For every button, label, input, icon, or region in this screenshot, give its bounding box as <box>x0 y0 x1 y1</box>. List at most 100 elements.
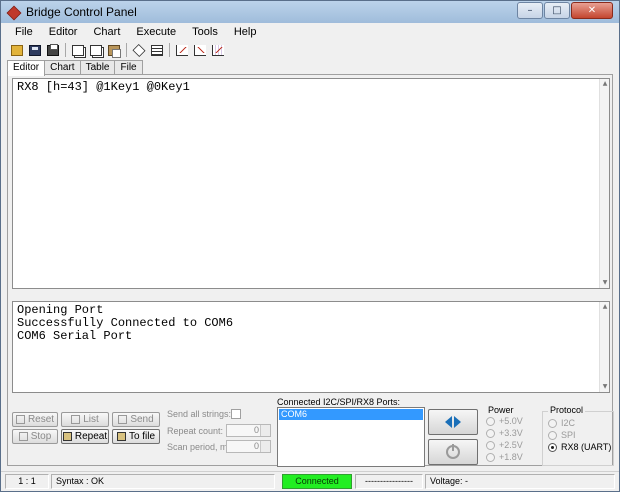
protocol-title: Protocol <box>548 405 586 415</box>
radio-icon <box>548 418 557 428</box>
maximize-button[interactable]: □ <box>544 2 570 19</box>
tab-chart[interactable]: Chart <box>44 60 81 75</box>
syntax-status: Syntax : OK <box>51 474 275 489</box>
copy-all-button[interactable] <box>88 43 103 57</box>
main-window: Bridge Control Panel – □ ✕ File Editor C… <box>0 0 620 492</box>
scroll-up-icon[interactable]: ▲ <box>601 303 609 311</box>
stop-icon <box>18 432 28 441</box>
radio-icon <box>486 452 495 462</box>
tab-table[interactable]: Table <box>79 60 116 75</box>
save-icon <box>29 45 41 56</box>
tab-editor[interactable]: Editor <box>7 60 46 76</box>
toolbar-separator <box>169 43 170 57</box>
scroll-down-icon[interactable]: ▼ <box>601 383 609 391</box>
toolbar <box>9 42 228 58</box>
erase-button[interactable] <box>131 43 146 58</box>
window-controls: – □ ✕ <box>516 2 613 19</box>
tab-strip: Editor Chart Table File <box>7 60 143 76</box>
power-title: Power <box>488 405 514 415</box>
repeat-count-label: Repeat count: <box>167 426 224 436</box>
send-icon <box>118 415 128 424</box>
status-dashes: ---------------- <box>355 474 423 489</box>
chart-button[interactable] <box>192 43 207 57</box>
to-file-button[interactable]: To file <box>112 429 160 444</box>
script-editor[interactable]: RX8 [h=43] @1Key1 @0Key1 ▲ ▼ <box>12 78 610 289</box>
list-button[interactable] <box>149 43 164 57</box>
port-item[interactable]: COM6 <box>279 409 423 420</box>
send-all-label: Send all strings: <box>167 409 232 419</box>
status-bar: 1 : 1 Syntax : OK Connected ------------… <box>1 471 619 491</box>
ports-label: Connected I2C/SPI/RX8 Ports: <box>277 397 401 407</box>
menu-bar: File Editor Chart Execute Tools Help <box>1 23 619 41</box>
minimize-button[interactable]: – <box>517 2 543 19</box>
power-button[interactable] <box>428 439 478 465</box>
ports-list[interactable]: COM6 <box>277 407 425 467</box>
stop-button[interactable]: Stop <box>12 429 58 444</box>
radio-icon <box>486 428 495 438</box>
print-icon <box>47 44 59 56</box>
erase-icon <box>132 43 146 58</box>
list-icon <box>71 415 81 424</box>
tab-file[interactable]: File <box>114 60 143 75</box>
protocol-option-rx8[interactable]: RX8 (UART) <box>548 442 611 452</box>
output-console[interactable]: Opening Port Successfully Connected to C… <box>12 301 610 393</box>
editor-line: RX8 [h=43] @1Key1 @0Key1 <box>17 80 190 94</box>
radio-selected-icon <box>548 442 557 452</box>
menu-file[interactable]: File <box>7 26 41 38</box>
power-option-2v5[interactable]: +2.5V <box>486 440 523 450</box>
radio-icon <box>486 416 495 426</box>
open-icon <box>11 45 23 56</box>
save-button[interactable] <box>27 43 42 57</box>
menu-tools[interactable]: Tools <box>184 26 226 38</box>
print-button[interactable] <box>45 43 60 57</box>
connection-status: Connected <box>282 474 352 489</box>
menu-chart[interactable]: Chart <box>85 26 128 38</box>
protocol-option-i2c[interactable]: I2C <box>548 418 575 428</box>
app-icon <box>6 5 20 19</box>
editor-scrollbar[interactable]: ▲ ▼ <box>599 79 609 288</box>
scan-period-label: Scan period, ms: <box>167 442 235 452</box>
power-option-3v3[interactable]: +3.3V <box>486 428 523 438</box>
repeat-icon <box>62 432 72 441</box>
reset-button[interactable]: Reset <box>12 412 58 427</box>
toolbar-separator <box>65 43 66 57</box>
list-icon <box>151 45 163 56</box>
copy-icon <box>72 45 84 56</box>
connect-toggle-button[interactable] <box>428 409 478 435</box>
chart-button[interactable] <box>210 43 225 57</box>
open-button[interactable] <box>9 43 24 57</box>
to-file-icon <box>116 432 126 441</box>
window-title: Bridge Control Panel <box>26 5 137 19</box>
repeat-count-stepper[interactable]: 0 <box>226 424 271 437</box>
protocol-option-spi[interactable]: SPI <box>548 430 576 440</box>
paste-icon <box>108 45 121 58</box>
console-scrollbar[interactable]: ▲ ▼ <box>599 302 609 392</box>
scan-period-stepper[interactable]: 0 <box>226 440 271 453</box>
menu-execute[interactable]: Execute <box>128 26 184 38</box>
power-icon <box>446 444 460 459</box>
send-button[interactable]: Send <box>112 412 160 427</box>
scroll-up-icon[interactable]: ▲ <box>601 80 609 88</box>
menu-help[interactable]: Help <box>226 26 265 38</box>
cursor-position: 1 : 1 <box>5 474 49 489</box>
arrow-left-icon <box>445 416 452 428</box>
repeat-button[interactable]: Repeat <box>61 429 109 444</box>
radio-icon <box>486 440 495 450</box>
list-button[interactable]: List <box>61 412 109 427</box>
toolbar-separator <box>126 43 127 57</box>
chart-button[interactable] <box>174 43 189 57</box>
paste-button[interactable] <box>106 43 121 58</box>
menu-editor[interactable]: Editor <box>41 26 86 38</box>
chart-icon <box>194 45 206 56</box>
chart-icon <box>212 45 224 56</box>
power-option-5v[interactable]: +5.0V <box>486 416 523 426</box>
scroll-down-icon[interactable]: ▼ <box>601 279 609 287</box>
copy-icon <box>90 45 102 56</box>
copy-button[interactable] <box>70 43 85 57</box>
voltage-status: Voltage: - <box>425 474 615 489</box>
close-button[interactable]: ✕ <box>571 2 613 19</box>
reset-icon <box>15 415 25 424</box>
power-option-1v8[interactable]: +1.8V <box>486 452 523 462</box>
send-all-checkbox[interactable] <box>231 409 241 419</box>
title-bar[interactable]: Bridge Control Panel – □ ✕ <box>1 1 619 23</box>
